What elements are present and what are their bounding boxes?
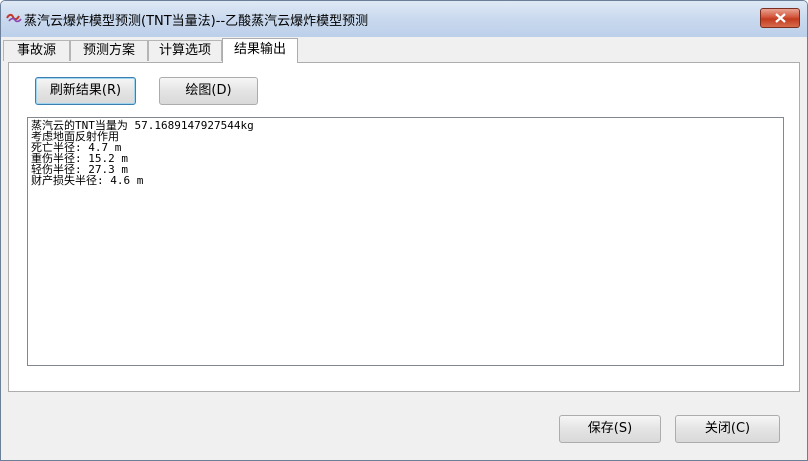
window-title: 蒸汽云爆炸模型预测(TNT当量法)--乙酸蒸汽云爆炸模型预测 <box>24 14 369 29</box>
app-icon <box>6 13 22 23</box>
close-icon <box>775 13 786 23</box>
results-textbox[interactable]: 蒸汽云的TNT当量为 57.1689147927544kg 考虑地面反射作用 死… <box>27 117 784 366</box>
result-line: 财产损失半径: 4.6 m <box>31 174 144 187</box>
result-line: 轻伤半径: 27.3 m <box>31 163 128 176</box>
footer-area: 保存(S) 关闭(C) <box>1 393 807 460</box>
result-line: 死亡半径: 4.7 m <box>31 141 122 154</box>
tab-result-output[interactable]: 结果输出 <box>222 38 298 63</box>
save-button[interactable]: 保存(S) <box>559 415 661 443</box>
tab-prediction-scheme[interactable]: 预测方案 <box>70 40 148 61</box>
result-line: 重伤半径: 15.2 m <box>31 152 128 165</box>
tab-calc-options[interactable]: 计算选项 <box>148 40 222 61</box>
refresh-results-button[interactable]: 刷新结果(R) <box>35 77 136 105</box>
title-bar: 蒸汽云爆炸模型预测(TNT当量法)--乙酸蒸汽云爆炸模型预测 <box>1 1 807 37</box>
close-window-button[interactable] <box>760 8 800 28</box>
plot-button[interactable]: 绘图(D) <box>159 77 258 105</box>
result-line: 蒸汽云的TNT当量为 57.1689147927544kg <box>31 119 254 132</box>
result-output-panel: 刷新结果(R) 绘图(D) 蒸汽云的TNT当量为 57.168914792754… <box>8 62 800 392</box>
tab-accident-source[interactable]: 事故源 <box>3 40 70 61</box>
app-window: 蒸汽云爆炸模型预测(TNT当量法)--乙酸蒸汽云爆炸模型预测 事故源 预测方案 … <box>0 0 808 461</box>
close-button[interactable]: 关闭(C) <box>675 415 780 443</box>
result-line: 考虑地面反射作用 <box>31 130 119 143</box>
